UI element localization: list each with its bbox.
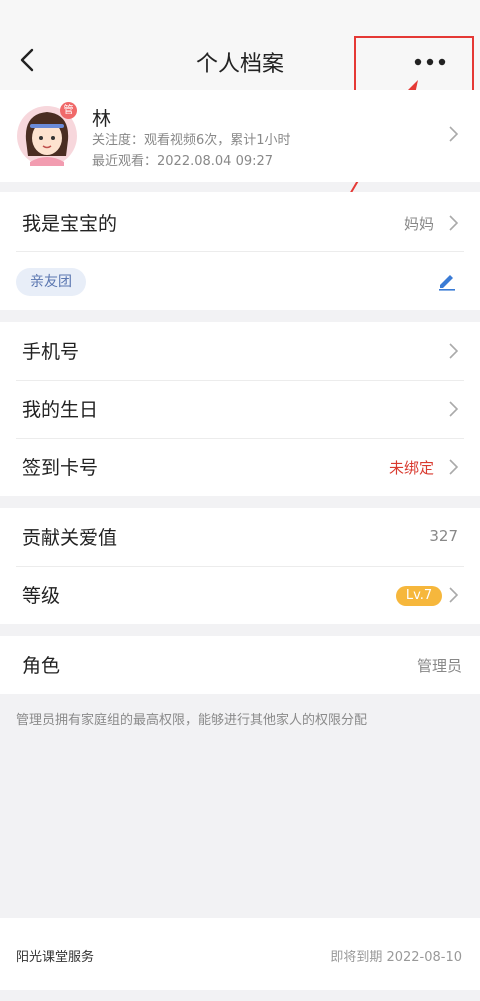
role-value: 管理员 <box>416 657 462 675</box>
level-badge: Lv.7 <box>396 586 442 606</box>
admin-badge: 管 <box>60 102 77 119</box>
chevron-right-icon <box>449 459 458 475</box>
relation-row[interactable]: 我是宝宝的 妈妈 <box>0 194 480 252</box>
friends-group-tag[interactable]: 亲友团 <box>16 268 86 296</box>
checkin-card-status: 未绑定 <box>388 459 434 477</box>
role-note: 管理员拥有家庭组的最高权限，能够进行其他家人的权限分配 <box>16 713 368 728</box>
birthday-row[interactable]: 我的生日 <box>0 380 480 438</box>
attention-text: 关注度：观看视频6次，累计1小时 <box>92 133 291 148</box>
relation-label: 我是宝宝的 <box>22 213 118 235</box>
love-value-label: 贡献关爱值 <box>22 527 118 549</box>
chevron-right-icon <box>449 587 458 603</box>
profile-name: 林 <box>92 108 112 130</box>
pencil-icon[interactable] <box>437 271 457 291</box>
love-value: 327 <box>429 527 458 545</box>
service-expiry: 即将到期 2022-08-10 <box>330 950 462 965</box>
divider <box>16 251 464 252</box>
checkin-card-label: 签到卡号 <box>22 457 99 479</box>
love-value-row: 贡献关爱值 327 <box>0 508 480 566</box>
chevron-right-icon <box>449 343 458 359</box>
level-row[interactable]: 等级 Lv.7 <box>0 566 480 624</box>
last-watch-text: 最近观看：2022.08.04 09:27 <box>92 154 274 169</box>
relation-value: 妈妈 <box>403 215 434 233</box>
role-label: 角色 <box>22 655 61 677</box>
chevron-right-icon <box>449 215 458 231</box>
phone-label: 手机号 <box>22 341 80 363</box>
chevron-right-icon <box>449 401 458 417</box>
checkin-card-row[interactable]: 签到卡号 未绑定 <box>0 438 480 496</box>
phone-row[interactable]: 手机号 <box>0 322 480 380</box>
level-label: 等级 <box>22 585 61 607</box>
birthday-label: 我的生日 <box>22 399 99 421</box>
service-label: 阳光课堂服务 <box>16 950 95 965</box>
role-row: 角色 管理员 <box>0 636 480 694</box>
chevron-right-icon <box>449 126 458 142</box>
